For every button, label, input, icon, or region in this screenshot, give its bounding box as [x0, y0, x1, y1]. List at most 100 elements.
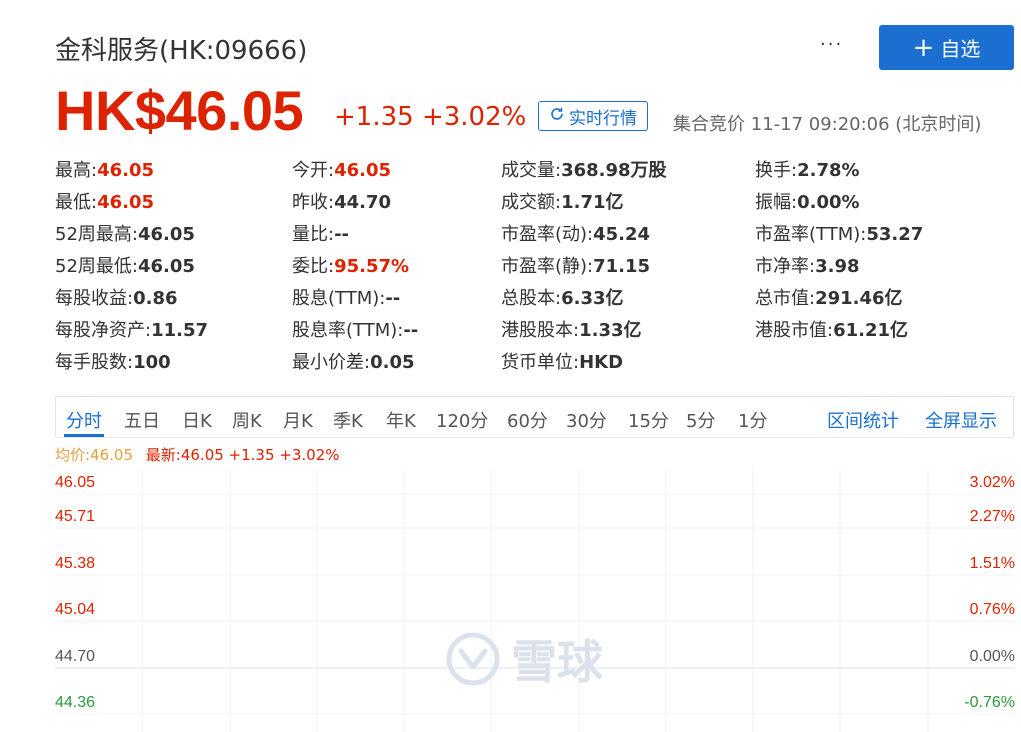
stat-value: 100 — [133, 352, 171, 373]
stat-label: 成交量: — [501, 160, 562, 181]
tab-period[interactable]: 120分 — [436, 407, 488, 433]
tab-period[interactable]: 1分 — [738, 407, 767, 433]
y-price-tick: 44.70 — [55, 648, 96, 665]
watermark-text: 雪球 — [511, 635, 603, 689]
stat-label: 今开: — [292, 160, 335, 181]
stats-row: 52周最低:46.05 委比:95.57% 市盈率(静):71.15 市净率:3.98 — [55, 253, 1015, 285]
stat-label: 股息(TTM): — [292, 288, 386, 309]
stat-value: 1.33亿 — [579, 320, 642, 341]
stat-label: 市净率: — [755, 256, 816, 277]
stat-item: 港股股本:1.33亿 — [501, 317, 642, 345]
stat-label: 每股净资产: — [55, 320, 152, 341]
tab-period[interactable]: 年K — [386, 407, 416, 433]
y-price-tick: 45.71 — [55, 508, 96, 525]
stat-item: 每手股数:100 — [55, 349, 171, 377]
stat-item: 52周最低:46.05 — [55, 253, 195, 281]
tab-period[interactable]: 60分 — [507, 407, 548, 433]
stat-label: 委比: — [292, 256, 335, 277]
stat-item: 市净率:3.98 — [755, 253, 860, 281]
stat-value: 368.98万股 — [561, 160, 667, 181]
stat-value: 2.78% — [797, 160, 860, 181]
period-tabs: 区间统计 全屏显示 分时 五日 日K 周K 月K 季K 年K 120分 60分 30分 15分 5分 1… — [55, 396, 1014, 438]
stat-item: 最小价差:0.05 — [292, 349, 415, 377]
stat-value: 53.27 — [866, 224, 924, 245]
stat-label: 总股本: — [501, 288, 562, 309]
stat-label: 市盈率(静): — [501, 256, 594, 277]
stat-label: 总市值: — [755, 288, 816, 309]
stat-value: 0.86 — [133, 288, 178, 309]
intraday-chart[interactable]: 46.05 45.71 45.38 45.04 44.70 44.36 3.02% 2.27%… — [55, 470, 1015, 732]
stat-value: HKD — [579, 352, 624, 373]
range-stats-link[interactable]: 区间统计 — [827, 407, 899, 433]
tab-period[interactable]: 日K — [182, 407, 212, 433]
stat-value: 71.15 — [593, 256, 651, 277]
stock-title: 金科服务(HK:09666) — [55, 36, 308, 66]
stat-item: 货币单位:HKD — [501, 349, 623, 377]
refresh-icon — [549, 106, 565, 126]
tab-period[interactable]: 季K — [333, 407, 363, 433]
stat-label: 52周最低: — [55, 256, 138, 277]
tab-period[interactable]: 30分 — [566, 407, 607, 433]
add-to-watchlist-button[interactable]: + 自选 — [879, 25, 1014, 70]
stat-value: 46.05 — [97, 160, 155, 181]
realtime-quote-button[interactable]: 实时行情 — [538, 101, 648, 131]
stat-label: 昨收: — [292, 192, 335, 213]
tab-active-underline — [64, 434, 104, 437]
stat-value: -- — [385, 288, 401, 309]
stat-label: 每股收益: — [55, 288, 134, 309]
tab-period[interactable]: 月K — [283, 407, 313, 433]
y-price-tick: 45.38 — [55, 555, 96, 572]
stat-label: 货币单位: — [501, 352, 580, 373]
price-change: +1.35 +3.02% — [334, 102, 527, 132]
stat-value: 46.05 — [137, 256, 195, 277]
tab-period[interactable]: 五日 — [124, 407, 160, 433]
stat-value: 1.71亿 — [561, 192, 624, 213]
stats-row: 每股收益:0.86 股息(TTM):-- 总股本:6.33亿 总市值:291.46亿 — [55, 285, 1015, 317]
stat-label: 量比: — [292, 224, 335, 245]
stat-item: 股息(TTM):-- — [292, 285, 400, 313]
snowball-logo-icon — [446, 632, 500, 686]
y-pct-tick: 3.02% — [969, 474, 1015, 491]
stats-row: 52周最高:46.05 量比:-- 市盈率(动):45.24 市盈率(TTM):53.… — [55, 221, 1015, 253]
stat-item: 成交量:368.98万股 — [501, 157, 667, 185]
stat-label: 市盈率(TTM): — [755, 224, 867, 245]
stat-item: 52周最高:46.05 — [55, 221, 195, 249]
tab-period[interactable]: 5分 — [686, 407, 715, 433]
y-price-tick: 46.05 — [55, 474, 96, 491]
stat-item: 换手:2.78% — [755, 157, 860, 185]
stats-row: 每股净资产:11.57 股息率(TTM):-- 港股股本:1.33亿 港股市值:61.… — [55, 317, 1015, 349]
y-pct-tick: 0.76% — [969, 601, 1015, 618]
stat-item: 港股市值:61.21亿 — [755, 317, 908, 345]
stat-item: 股息率(TTM):-- — [292, 317, 418, 345]
auction-status: 集合竞价 11-17 09:20:06 (北京时间) — [673, 114, 982, 135]
y-pct-tick: 2.27% — [969, 508, 1015, 525]
plus-icon: + — [912, 32, 935, 63]
stat-value: 11.57 — [151, 320, 209, 341]
stat-label: 振幅: — [755, 192, 798, 213]
chart-legend: 均价:46.05 最新:46.05 +1.35 +3.02% — [55, 444, 340, 465]
stat-label: 最高: — [55, 160, 98, 181]
stat-item: 每股净资产:11.57 — [55, 317, 208, 345]
realtime-quote-label: 实时行情 — [569, 108, 637, 129]
stat-label: 港股股本: — [501, 320, 580, 341]
stat-item: 市盈率(静):71.15 — [501, 253, 650, 281]
stat-item: 量比:-- — [292, 221, 349, 249]
tab-period[interactable]: 15分 — [628, 407, 669, 433]
fullscreen-link[interactable]: 全屏显示 — [925, 407, 997, 433]
more-button[interactable]: ··· — [820, 34, 843, 55]
stat-value: -- — [334, 224, 350, 245]
avg-price-legend: 均价:46.05 — [55, 446, 133, 464]
tab-period[interactable]: 周K — [232, 407, 262, 433]
stat-item: 今开:46.05 — [292, 157, 391, 185]
tab-period[interactable]: 分时 — [66, 407, 102, 433]
chart-grid — [55, 470, 1015, 732]
stat-value: 95.57% — [334, 256, 410, 277]
stat-value: 46.05 — [334, 160, 392, 181]
stat-label: 换手: — [755, 160, 798, 181]
latest-price-legend: 最新:46.05 +1.35 +3.02% — [145, 446, 340, 464]
stat-value: 45.24 — [593, 224, 651, 245]
stat-item: 振幅:0.00% — [755, 189, 860, 217]
stat-value: -- — [403, 320, 419, 341]
stat-item: 每股收益:0.86 — [55, 285, 178, 313]
stat-value: 291.46亿 — [815, 288, 903, 309]
